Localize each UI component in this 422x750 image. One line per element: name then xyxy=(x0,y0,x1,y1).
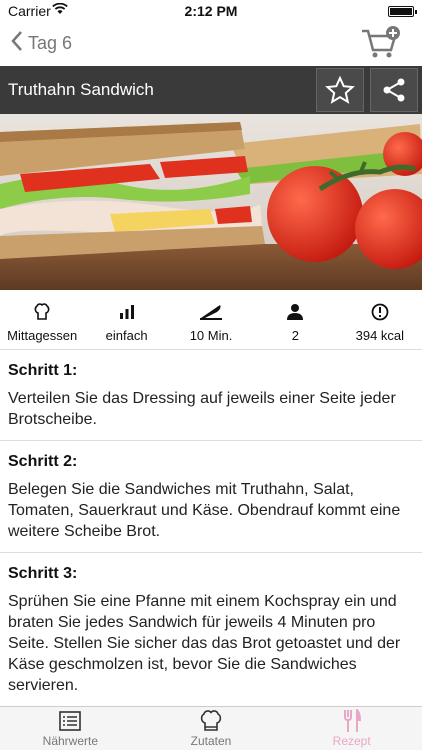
person-icon xyxy=(286,302,304,322)
recipe-image xyxy=(0,114,422,290)
recipe-title: Truthahn Sandwich xyxy=(8,80,154,99)
battery-icon xyxy=(388,6,417,17)
bar-chart-icon xyxy=(119,302,135,322)
tab-zutaten[interactable]: Zutaten xyxy=(141,707,282,750)
share-icon xyxy=(383,78,405,102)
navigation-bar: Tag 6 xyxy=(0,22,422,66)
list-icon xyxy=(59,710,82,732)
step-title: Schritt 1: xyxy=(8,362,78,379)
knife-icon xyxy=(199,302,223,322)
step-text: Verteilen Sie das Dressing auf jeweils e… xyxy=(8,390,396,428)
step-item: Schritt 1: Verteilen Sie das Dressing au… xyxy=(0,350,422,441)
alert-circle-icon xyxy=(371,302,389,322)
tab-label: Nährwerte xyxy=(42,734,99,748)
step-title: Schritt 3: xyxy=(8,565,78,582)
stat-label: einfach xyxy=(105,328,148,343)
stat-meal-type: Mittagessen xyxy=(0,290,84,349)
step-item: Schritt 2: Belegen Sie die Sandwiches mi… xyxy=(0,441,422,553)
back-button[interactable]: Tag 6 xyxy=(10,30,72,56)
stat-label: 394 kcal xyxy=(355,328,405,343)
chef-hat-icon xyxy=(199,710,223,732)
tab-rezept[interactable]: Rezept xyxy=(281,707,422,750)
tab-bar: Nährwerte Zutaten Rezept xyxy=(0,706,422,750)
recipe-steps[interactable]: Schritt 1: Verteilen Sie das Dressing au… xyxy=(0,350,422,706)
stat-difficulty: einfach xyxy=(84,290,168,349)
recipe-title-bar: Truthahn Sandwich xyxy=(0,66,422,114)
chef-hat-icon xyxy=(33,302,51,322)
tab-label: Zutaten xyxy=(190,734,232,748)
step-text: Sprühen Sie eine Pfanne mit einem Kochsp… xyxy=(8,593,401,694)
favorite-button[interactable] xyxy=(316,68,364,112)
share-button[interactable] xyxy=(370,68,418,112)
back-label: Tag 6 xyxy=(28,32,73,53)
tab-label: Rezept xyxy=(332,734,371,748)
stat-label: 10 Min. xyxy=(189,328,233,343)
status-bar: Carrier 2:12 PM xyxy=(0,0,422,22)
stat-duration: 10 Min. xyxy=(169,290,253,349)
recipe-stats: Mittagessen einfach 10 Min. 2 394 kcal xyxy=(0,290,422,350)
fork-knife-icon xyxy=(342,709,362,732)
add-to-cart-icon[interactable] xyxy=(360,25,402,61)
clock: 2:12 PM xyxy=(184,3,238,19)
stat-calories: 394 kcal xyxy=(338,290,422,349)
tab-naehrwerte[interactable]: Nährwerte xyxy=(0,707,141,750)
step-text: Belegen Sie die Sandwiches mit Truthahn,… xyxy=(8,481,401,540)
stat-label: Mittagessen xyxy=(7,328,78,343)
step-item: Schritt 3: Sprühen Sie eine Pfanne mit e… xyxy=(0,553,422,706)
star-icon xyxy=(325,76,355,104)
chevron-left-icon xyxy=(10,30,24,56)
stat-servings: 2 xyxy=(253,290,337,349)
stat-label: 2 xyxy=(291,328,300,343)
step-title: Schritt 2: xyxy=(8,453,78,470)
